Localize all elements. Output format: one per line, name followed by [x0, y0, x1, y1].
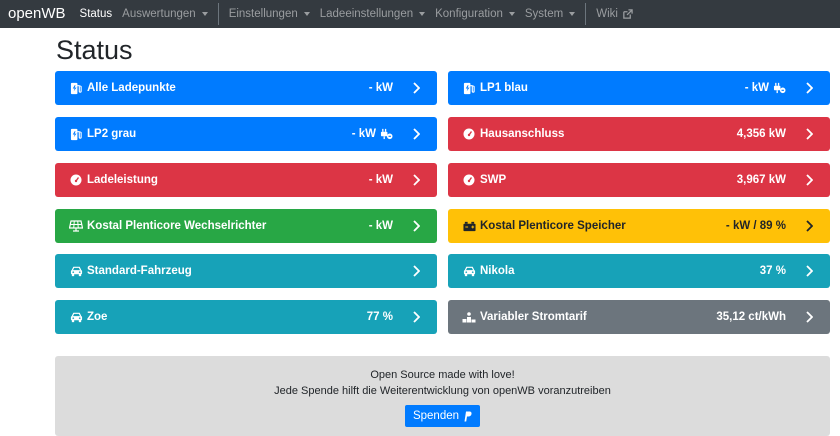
paypal-icon	[464, 411, 472, 421]
car-icon	[69, 310, 83, 324]
charging-station-icon	[462, 81, 476, 95]
coins-icon	[462, 310, 476, 324]
gauge-icon	[69, 173, 83, 187]
card-label: LP1 blau	[480, 82, 528, 94]
card-value: - kW	[368, 220, 393, 232]
external-link-icon	[623, 8, 633, 19]
nav-konfiguration[interactable]: Konfiguration	[435, 0, 515, 28]
chevron-right-icon	[802, 265, 816, 277]
car-icon	[69, 264, 83, 278]
chevron-right-icon	[802, 311, 816, 323]
card-label: Standard-Fahrzeug	[87, 265, 192, 277]
card-value: 37 %	[759, 265, 786, 277]
navbar: openWB Status Auswertungen Einstellungen…	[0, 0, 840, 28]
card-wechselrichter[interactable]: Kostal Plenticore Wechselrichter - kW	[55, 209, 437, 243]
chevron-right-icon	[802, 82, 816, 94]
car-icon	[462, 264, 476, 278]
nav-auswertungen[interactable]: Auswertungen	[122, 0, 208, 28]
nav-einstellungen[interactable]: Einstellungen	[229, 0, 310, 28]
charging-station-icon	[69, 127, 83, 141]
chevron-right-icon	[409, 220, 423, 232]
chevron-right-icon	[409, 82, 423, 94]
card-value: 3,967 kW	[736, 174, 786, 186]
card-stromtarif[interactable]: Variabler Stromtarif 35,12 ct/kWh	[448, 300, 830, 334]
chevron-right-icon	[802, 220, 816, 232]
card-label: Alle Ladepunkte	[87, 82, 176, 94]
chevron-right-icon	[409, 311, 423, 323]
nav-wiki[interactable]: Wiki	[596, 0, 633, 28]
card-zoe[interactable]: Zoe 77 %	[55, 300, 437, 334]
caret-down-icon	[569, 12, 576, 16]
page-title: Status	[56, 35, 133, 65]
card-label: SWP	[480, 174, 507, 186]
chevron-right-icon	[409, 128, 423, 140]
brand-logo[interactable]: openWB	[8, 0, 66, 28]
chevron-right-icon	[802, 128, 816, 140]
chevron-right-icon	[802, 174, 816, 186]
card-label: Variabler Stromtarif	[480, 311, 587, 323]
caret-down-icon	[508, 12, 515, 16]
donation-box: Open Source made with love! Jede Spende …	[55, 356, 830, 436]
card-value: 4,356 kW	[736, 128, 786, 140]
card-label: LP2 grau	[87, 128, 137, 140]
nav-ladeeinstellungen[interactable]: Ladeeinstellungen	[320, 0, 426, 28]
car-battery-icon	[462, 219, 476, 233]
gauge-icon	[462, 127, 476, 141]
plug-icon	[773, 82, 786, 94]
nav-system[interactable]: System	[525, 0, 576, 28]
card-label: Kostal Plenticore Wechselrichter	[87, 220, 267, 232]
card-lp2-grau[interactable]: LP2 grau - kW	[55, 117, 437, 151]
caret-down-icon	[419, 12, 426, 16]
card-alle-ladepunkte[interactable]: Alle Ladepunkte - kW	[55, 71, 437, 105]
card-ladeleistung[interactable]: Ladeleistung - kW	[55, 163, 437, 197]
nav-status[interactable]: Status	[80, 0, 113, 28]
card-value: - kW	[352, 128, 393, 140]
charging-station-icon	[69, 81, 83, 95]
chevron-right-icon	[409, 174, 423, 186]
caret-down-icon	[303, 12, 310, 16]
card-label: Nikola	[480, 265, 515, 277]
card-standard-fahrzeug[interactable]: Standard-Fahrzeug	[55, 254, 437, 288]
nav-divider	[585, 3, 587, 25]
caret-down-icon	[201, 12, 208, 16]
card-value: - kW	[745, 82, 786, 94]
card-label: Kostal Plenticore Speicher	[480, 220, 626, 232]
card-label: Zoe	[87, 311, 108, 323]
footer-line-2: Jede Spende hilft die Weiterentwicklung …	[274, 385, 611, 397]
card-value: - kW	[368, 82, 393, 94]
card-value: - kW	[368, 174, 393, 186]
card-value: 77 %	[366, 311, 393, 323]
card-swp[interactable]: SWP 3,967 kW	[448, 163, 830, 197]
card-lp1-blau[interactable]: LP1 blau - kW	[448, 71, 830, 105]
donate-button[interactable]: Spenden	[404, 405, 481, 427]
card-value: - kW / 89 %	[725, 220, 786, 232]
chevron-right-icon	[409, 265, 423, 277]
gauge-icon	[462, 173, 476, 187]
plug-icon	[380, 128, 393, 140]
solar-panel-icon	[69, 219, 83, 233]
nav-divider	[217, 3, 219, 25]
card-value: 35,12 ct/kWh	[716, 311, 786, 323]
card-label: Hausanschluss	[480, 128, 565, 140]
card-label: Ladeleistung	[87, 174, 158, 186]
footer-line-1: Open Source made with love!	[370, 369, 515, 381]
card-speicher[interactable]: Kostal Plenticore Speicher - kW / 89 %	[448, 209, 830, 243]
card-nikola[interactable]: Nikola 37 %	[448, 254, 830, 288]
card-hausanschluss[interactable]: Hausanschluss 4,356 kW	[448, 117, 830, 151]
